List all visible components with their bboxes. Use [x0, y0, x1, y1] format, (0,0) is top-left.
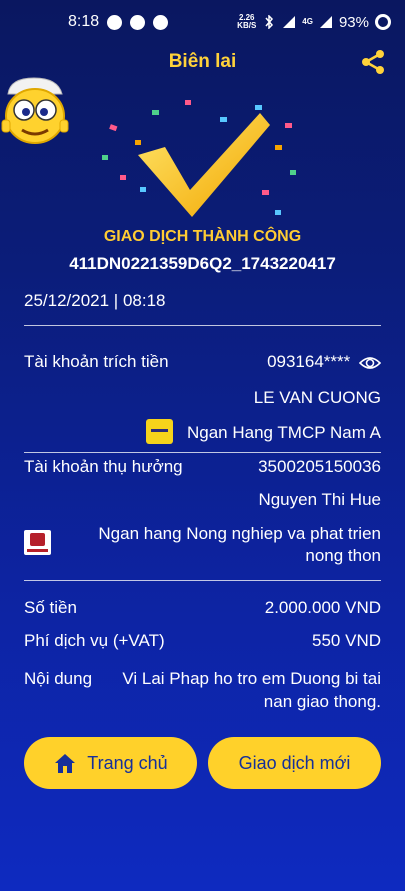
status-right: 2.26 KB/S 4G 93%	[237, 14, 391, 31]
battery-icon	[375, 14, 391, 30]
home-button-label: Trang chủ	[87, 752, 168, 773]
status-time: 8:18	[68, 13, 100, 30]
new-transaction-button-label: Giao dịch mới	[238, 752, 351, 773]
bluetooth-icon	[265, 15, 274, 29]
content-line2: nan giao thong.	[263, 692, 381, 711]
home-button[interactable]: Trang chủ	[24, 737, 197, 789]
share-icon[interactable]	[359, 48, 387, 76]
beneficiary-bank-line2: nong thon	[305, 546, 381, 565]
notification-icon-2	[130, 14, 146, 30]
new-transaction-button[interactable]: Giao dịch mới	[208, 737, 381, 789]
net-speed-unit: KB/S	[237, 21, 257, 30]
wifi-signal-icon	[283, 16, 296, 28]
eye-icon[interactable]	[359, 355, 381, 371]
transaction-datetime: 25/12/2021 | 08:18	[24, 291, 166, 310]
beneficiary-name: Nguyen Thi Hue	[258, 490, 381, 509]
nam-a-bank-logo	[146, 419, 173, 444]
home-icon	[55, 754, 76, 773]
notification-icon	[107, 14, 123, 30]
fee-value: 550 VND	[312, 631, 381, 650]
beneficiary-account-number: 3500205150036	[258, 457, 381, 476]
amount-label: Số tiền	[24, 598, 77, 617]
fee-label: Phí dịch vụ (+VAT)	[24, 631, 165, 650]
content-line1: Vi Lai Phap ho tro em Duong bi tai	[122, 669, 381, 688]
divider	[24, 452, 381, 453]
mascot-icon[interactable]	[0, 72, 70, 147]
transaction-id: 411DN0221359D6Q2_1743220417	[69, 254, 336, 273]
content-label: Nội dung	[24, 669, 93, 688]
net-speed: 2.26 KB/S	[237, 14, 256, 30]
page-title: Biên lai	[168, 51, 237, 72]
source-account-label: Tài khoản trích tiền	[24, 352, 169, 371]
source-account-number-row: 093164****	[267, 352, 381, 372]
source-account-name: LE VAN CUONG	[253, 388, 381, 407]
beneficiary-label: Tài khoản thụ hưởng	[24, 457, 183, 476]
status-left: 8:18	[68, 13, 169, 31]
status-bar: 8:18 2.26 KB/S 4G 93%	[0, 0, 405, 44]
agribank-logo	[24, 530, 51, 555]
transaction-status: GIAO DỊCH THÀNH CÔNG	[103, 228, 302, 245]
notification-icon-3	[153, 14, 169, 30]
checkmark-icon	[102, 100, 296, 217]
amount-value: 2.000.000 VND	[264, 598, 381, 617]
source-bank-name: Ngan Hang TMCP Nam A	[186, 423, 381, 442]
cell-signal-icon	[319, 16, 332, 28]
battery-percent: 93%	[338, 13, 369, 31]
source-account-number: 093164****	[267, 352, 351, 371]
divider	[24, 580, 381, 581]
network-type: 4G	[302, 17, 313, 26]
divider	[24, 325, 381, 326]
beneficiary-bank-line1: Ngan hang Nong nghiep va phat trien	[98, 524, 381, 543]
